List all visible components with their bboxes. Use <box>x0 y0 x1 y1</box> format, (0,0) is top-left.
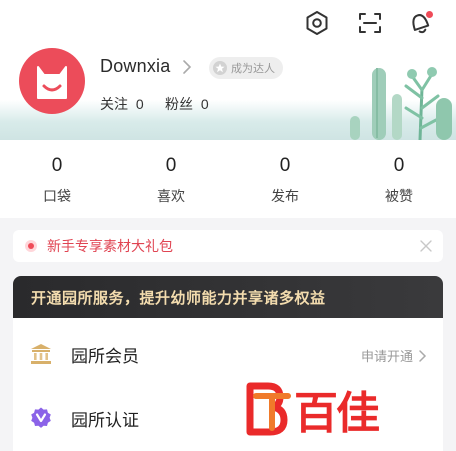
institution-icon <box>29 342 53 366</box>
profile-header: Downxia 成为达人 关注 0 粉丝 0 <box>0 0 456 140</box>
username[interactable]: Downxia <box>100 56 170 77</box>
menu-item-label: 园所认证 <box>71 410 139 430</box>
verified-icon <box>29 406 53 430</box>
menu-item-label: 园所会员 <box>71 346 139 366</box>
stat-value: 0 <box>51 155 63 176</box>
notification-dot <box>426 11 433 18</box>
notification-button[interactable] <box>405 8 435 38</box>
following-stat[interactable]: 关注 0 <box>100 94 144 114</box>
stat-likes[interactable]: 0 喜欢 <box>141 154 201 206</box>
stat-published[interactable]: 0 发布 <box>255 154 315 206</box>
promo-banner[interactable]: 新手专享素材大礼包 <box>13 230 443 262</box>
vip-banner-text: 开通园所服务，提升幼师能力并享诸多权益 <box>31 289 326 307</box>
stat-label: 喜欢 <box>157 188 185 204</box>
stat-pocket[interactable]: 0 口袋 <box>27 154 87 206</box>
avatar[interactable] <box>19 48 85 114</box>
menu-item-institution-member[interactable]: 园所会员 申请开通 <box>13 322 443 386</box>
watermark-b-logo-icon <box>246 382 291 436</box>
badge-label: 成为达人 <box>231 63 275 75</box>
stats-bar: 0 口袋 0 喜欢 0 发布 0 被赞 <box>0 140 456 218</box>
star-icon <box>213 61 227 75</box>
institution-service-banner[interactable]: 开通园所服务，提升幼师能力并享诸多权益 <box>13 276 443 318</box>
avatar-face-icon <box>37 66 67 99</box>
following-label: 关注 <box>100 96 128 112</box>
followers-count: 0 <box>200 96 209 112</box>
stat-label: 口袋 <box>43 188 71 204</box>
chevron-right-icon[interactable] <box>180 58 194 76</box>
stat-label: 发布 <box>271 188 299 204</box>
watermark-logo: 百佳 <box>244 378 380 440</box>
menu-item-institution-verify[interactable]: 园所认证 <box>13 386 443 450</box>
stat-value: 0 <box>165 155 177 176</box>
cactus-illustration <box>350 67 452 140</box>
promo-text: 新手专享素材大礼包 <box>47 238 173 254</box>
apply-link[interactable]: 申请开通 <box>361 346 427 365</box>
become-expert-badge[interactable]: 成为达人 <box>209 57 283 79</box>
promo-dot-icon <box>25 240 37 252</box>
followers-label: 粉丝 <box>165 96 193 112</box>
watermark-text: 百佳 <box>294 388 380 439</box>
scan-icon <box>359 13 381 33</box>
settings-button[interactable] <box>302 8 332 38</box>
settings-icon <box>306 11 328 35</box>
institution-menu: 园所会员 申请开通 园所认证 <box>13 318 443 451</box>
followers-stat[interactable]: 粉丝 0 <box>165 94 209 114</box>
stat-label: 被赞 <box>385 188 413 204</box>
following-count: 0 <box>135 96 144 112</box>
stat-value: 0 <box>279 155 291 176</box>
apply-label: 申请开通 <box>360 349 413 364</box>
chevron-right-icon <box>419 349 427 362</box>
stat-value: 0 <box>393 155 405 176</box>
scan-button[interactable] <box>355 8 385 38</box>
stat-liked[interactable]: 0 被赞 <box>369 154 429 206</box>
close-icon[interactable] <box>419 239 433 253</box>
